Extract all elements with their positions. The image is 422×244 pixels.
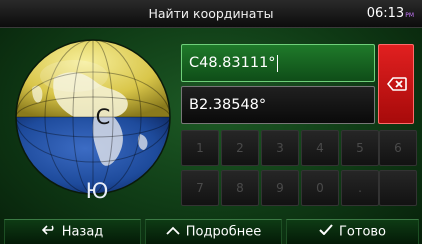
back-label: Назад bbox=[61, 224, 104, 240]
backspace-icon bbox=[387, 77, 407, 91]
longitude-field[interactable]: В2.38548° bbox=[181, 86, 375, 124]
clock-time: 06:13 bbox=[366, 6, 405, 21]
key-blank bbox=[379, 170, 417, 206]
back-button[interactable]: Назад bbox=[4, 219, 141, 244]
more-button[interactable]: Подробнее bbox=[145, 219, 282, 244]
key-8[interactable]: 8 bbox=[221, 170, 259, 206]
backspace-button[interactable] bbox=[378, 44, 414, 124]
key-2[interactable]: 2 bbox=[221, 130, 259, 166]
numeric-keypad: 1 2 3 4 5 6 7 8 9 0 . bbox=[181, 130, 417, 210]
hemisphere-globe[interactable]: С Ю bbox=[14, 38, 172, 203]
back-arrow-icon bbox=[41, 220, 56, 244]
key-0[interactable]: 0 bbox=[301, 170, 339, 206]
key-decimal[interactable]: . bbox=[341, 170, 379, 206]
checkmark-icon bbox=[319, 220, 333, 244]
done-label: Готово bbox=[338, 224, 387, 240]
page-title: Найти координаты bbox=[148, 6, 274, 21]
title-bar: Найти координаты 06:13PM bbox=[0, 0, 422, 28]
clock: 06:13PM bbox=[367, 0, 414, 28]
done-button[interactable]: Готово bbox=[286, 219, 419, 244]
key-1[interactable]: 1 bbox=[181, 130, 219, 166]
key-3[interactable]: 3 bbox=[261, 130, 299, 166]
chevron-up-icon bbox=[166, 220, 180, 244]
north-hemisphere-button[interactable]: С bbox=[83, 102, 123, 132]
latitude-value: С48.83111° bbox=[189, 55, 276, 71]
key-5[interactable]: 5 bbox=[341, 130, 379, 166]
key-4[interactable]: 4 bbox=[301, 130, 339, 166]
more-label: Подробнее bbox=[185, 224, 262, 240]
key-7[interactable]: 7 bbox=[181, 170, 219, 206]
longitude-value: В2.38548° bbox=[189, 97, 267, 113]
key-9[interactable]: 9 bbox=[261, 170, 299, 206]
south-hemisphere-button[interactable]: Ю bbox=[77, 176, 117, 206]
text-cursor bbox=[276, 54, 278, 72]
clock-ampm: PM bbox=[405, 12, 414, 19]
coordinate-search-screen: Найти координаты 06:13PM С Ю С48.83111° … bbox=[0, 0, 422, 244]
latitude-field[interactable]: С48.83111° bbox=[181, 44, 375, 82]
key-6[interactable]: 6 bbox=[379, 130, 417, 166]
